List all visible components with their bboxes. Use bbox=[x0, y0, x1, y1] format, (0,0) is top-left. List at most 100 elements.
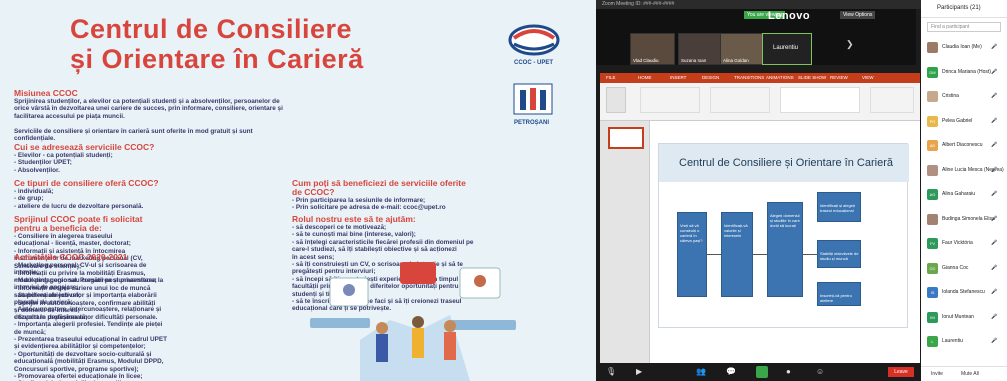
poster-line: - Consiliere în alegerea traseului bbox=[14, 233, 113, 240]
participant-row[interactable]: Aline Lucia Mesca (Negrea) 🎤 bbox=[921, 161, 1007, 181]
invite-button[interactable]: Invite bbox=[931, 371, 943, 377]
next-page-icon[interactable]: ❯ bbox=[846, 39, 854, 50]
upet-logo: PETROȘANI bbox=[508, 80, 558, 134]
font-group bbox=[640, 87, 700, 113]
poster-line: - să te cunoști mai bine (interese, valo… bbox=[292, 231, 416, 239]
avatar bbox=[927, 42, 938, 53]
avatar: L bbox=[927, 336, 938, 347]
screen: Centrul de Consiliere și Orientare în Ca… bbox=[0, 0, 1007, 381]
video-tile[interactable]: Alina Goldan bbox=[720, 33, 765, 65]
avatar: GC bbox=[927, 262, 938, 274]
muted-mic-icon[interactable]: 🎤 bbox=[991, 44, 997, 50]
poster-line: - ateliere de lucru de dezvoltare person… bbox=[14, 202, 144, 210]
poster-line: și evidențierea abilităților și competen… bbox=[14, 343, 146, 351]
misiunea-heading: Misiunea CCOC bbox=[14, 88, 78, 98]
mute-icon[interactable]: 🎙 bbox=[606, 367, 616, 376]
zoom-toolbar: 🎙 ▶ 👥 💬 ● ☺ Leave bbox=[596, 363, 921, 381]
record-icon[interactable]: ● bbox=[786, 367, 791, 376]
participant-name: Cristina bbox=[942, 93, 959, 99]
ppt-tab[interactable]: INSERT bbox=[670, 75, 686, 80]
ccoc-logo-text: CCOC - UPET bbox=[514, 60, 553, 66]
avatar: DM bbox=[927, 66, 938, 78]
participant-row[interactable]: Cristina 🎤 bbox=[921, 87, 1007, 107]
slide-thumb[interactable] bbox=[608, 127, 644, 149]
poster-line: - Prezentarea traseului educațional în c… bbox=[14, 336, 168, 343]
poster-line: - Absolvenților. bbox=[14, 166, 60, 174]
poster-line: educațională (mobilități Erasmus, Modulu… bbox=[14, 358, 164, 366]
participant-name: Budinga Simonela Elisa bbox=[942, 215, 995, 222]
avatar: IM bbox=[927, 311, 938, 323]
poster-line: orice vârstă în dezvoltarea unei cariere… bbox=[14, 105, 283, 113]
ppt-tab[interactable]: ANIMATIONS bbox=[766, 75, 794, 80]
ppt-tab[interactable]: REVIEW bbox=[830, 75, 848, 80]
ppt-tab[interactable]: TRANSITIONS bbox=[734, 75, 764, 80]
poster-line: - Importanța alegerii profesiei. Tendinț… bbox=[14, 321, 163, 329]
participant-name: Alina Gaharaiu bbox=[942, 191, 976, 197]
connector bbox=[707, 254, 721, 255]
muted-mic-icon[interactable]: 🎤 bbox=[991, 118, 997, 124]
muted-mic-icon[interactable]: 🎤 bbox=[991, 314, 997, 320]
editing-group bbox=[870, 87, 914, 113]
participant-row[interactable]: IM Ionut Muntean 🎤 bbox=[921, 308, 1007, 328]
mute-all-button[interactable]: Mute All bbox=[961, 371, 979, 377]
participant-row[interactable]: Budinga Simonela Elisa 🎤 bbox=[921, 210, 1007, 230]
styles-gallery[interactable] bbox=[780, 87, 860, 113]
muted-mic-icon[interactable]: 🎤 bbox=[991, 216, 997, 222]
connector bbox=[753, 254, 767, 255]
poster-line: facilitarea accesului pe piața muncii. bbox=[14, 112, 125, 120]
poster-line: - Stabilirea obiectivelor și importanța … bbox=[14, 291, 157, 299]
slide-thumbnails bbox=[600, 121, 650, 363]
participant-row[interactable]: AD Albert Diaconescu 🎤 bbox=[921, 136, 1007, 156]
video-tile[interactable]: Vlad Claudiu bbox=[630, 33, 675, 65]
ppt-tab[interactable]: HOME bbox=[638, 75, 652, 80]
slide-box: Vreți să vă construiți o carieră în câte… bbox=[677, 212, 707, 297]
poster-line: - Marketing personal. Pregătirea și prez… bbox=[14, 276, 164, 284]
participant-row[interactable]: AG Alina Gaharaiu 🎤 bbox=[921, 185, 1007, 205]
muted-mic-icon[interactable]: 🎤 bbox=[991, 69, 997, 75]
chat-icon[interactable]: 💬 bbox=[726, 367, 736, 376]
poster-line: - Promovarea ofertei educaționale în lic… bbox=[14, 373, 143, 380]
active-speaker-tile[interactable]: Laurentiu bbox=[762, 33, 812, 65]
participant-name: Pelea Gabriel bbox=[942, 117, 973, 124]
career-illustration bbox=[310, 262, 516, 381]
view-options-button[interactable]: View Options bbox=[840, 11, 876, 19]
ppt-tab[interactable]: VIEW bbox=[862, 75, 874, 80]
ppt-tab[interactable]: SLIDE SHOW bbox=[798, 75, 826, 80]
muted-mic-icon[interactable]: 🎤 bbox=[991, 93, 997, 99]
muted-mic-icon[interactable]: 🎤 bbox=[991, 240, 997, 246]
participant-row[interactable]: Claudia Ioan (Me) 🎤 bbox=[921, 38, 1007, 58]
muted-mic-icon[interactable]: 🎤 bbox=[991, 265, 997, 271]
participant-row[interactable]: L Laurentiu 🎤 bbox=[921, 332, 1007, 352]
participants-icon[interactable]: 👥 bbox=[696, 367, 706, 376]
share-screen-button[interactable] bbox=[756, 366, 768, 378]
ppt-ribbon: FILE HOME INSERT DESIGN TRANSITIONS ANIMATION… bbox=[600, 73, 920, 121]
muted-mic-icon[interactable]: 🎤 bbox=[991, 167, 997, 173]
muted-mic-icon[interactable]: 🎤 bbox=[991, 338, 997, 344]
participant-search-input[interactable]: Find a participant bbox=[927, 22, 1001, 32]
participant-name: Ionut Muntean bbox=[942, 313, 974, 320]
participant-row[interactable]: DM Drinca Mariana (Host) 🎤 bbox=[921, 63, 1007, 83]
avatar bbox=[927, 213, 938, 225]
leave-button[interactable]: Leave bbox=[888, 367, 914, 377]
poster-panel: Centrul de Consiliere și Orientare în Ca… bbox=[0, 0, 596, 381]
poster-line: Serviciile de consiliere și orientare în… bbox=[14, 127, 253, 135]
participant-row[interactable]: IS Iolanda Stefanescu 🎤 bbox=[921, 283, 1007, 303]
ppt-tab[interactable]: DESIGN bbox=[702, 75, 719, 80]
video-icon[interactable]: ▶ bbox=[636, 367, 642, 376]
ppt-tab[interactable]: FILE bbox=[606, 75, 616, 80]
poster-line: care-l studiezi, să îți stabilești obiec… bbox=[292, 246, 457, 254]
participant-name: Iolanda Stefanescu bbox=[942, 289, 985, 295]
participant-row[interactable]: PG Pelea Gabriel 🎤 bbox=[921, 112, 1007, 132]
cum-heading2: de CCOC? bbox=[292, 187, 335, 197]
sprijinul-heading2: pentru a beneficia de: bbox=[14, 223, 102, 233]
reactions-icon[interactable]: ☺ bbox=[816, 367, 824, 376]
muted-mic-icon[interactable]: 🎤 bbox=[991, 289, 997, 295]
avatar bbox=[927, 91, 938, 102]
paste-icon[interactable] bbox=[606, 87, 626, 113]
participant-row[interactable]: GC Gianna Coc 🎤 bbox=[921, 259, 1007, 279]
muted-mic-icon[interactable]: 🎤 bbox=[991, 142, 997, 148]
video-tile[interactable]: Suzana Ioan bbox=[678, 33, 723, 65]
muted-mic-icon[interactable]: 🎤 bbox=[991, 191, 997, 197]
participant-row[interactable]: FV Faur Vicktória 🎤 bbox=[921, 234, 1007, 254]
slide-box: Alegeți domeniul și studiile în care dor… bbox=[767, 202, 803, 297]
